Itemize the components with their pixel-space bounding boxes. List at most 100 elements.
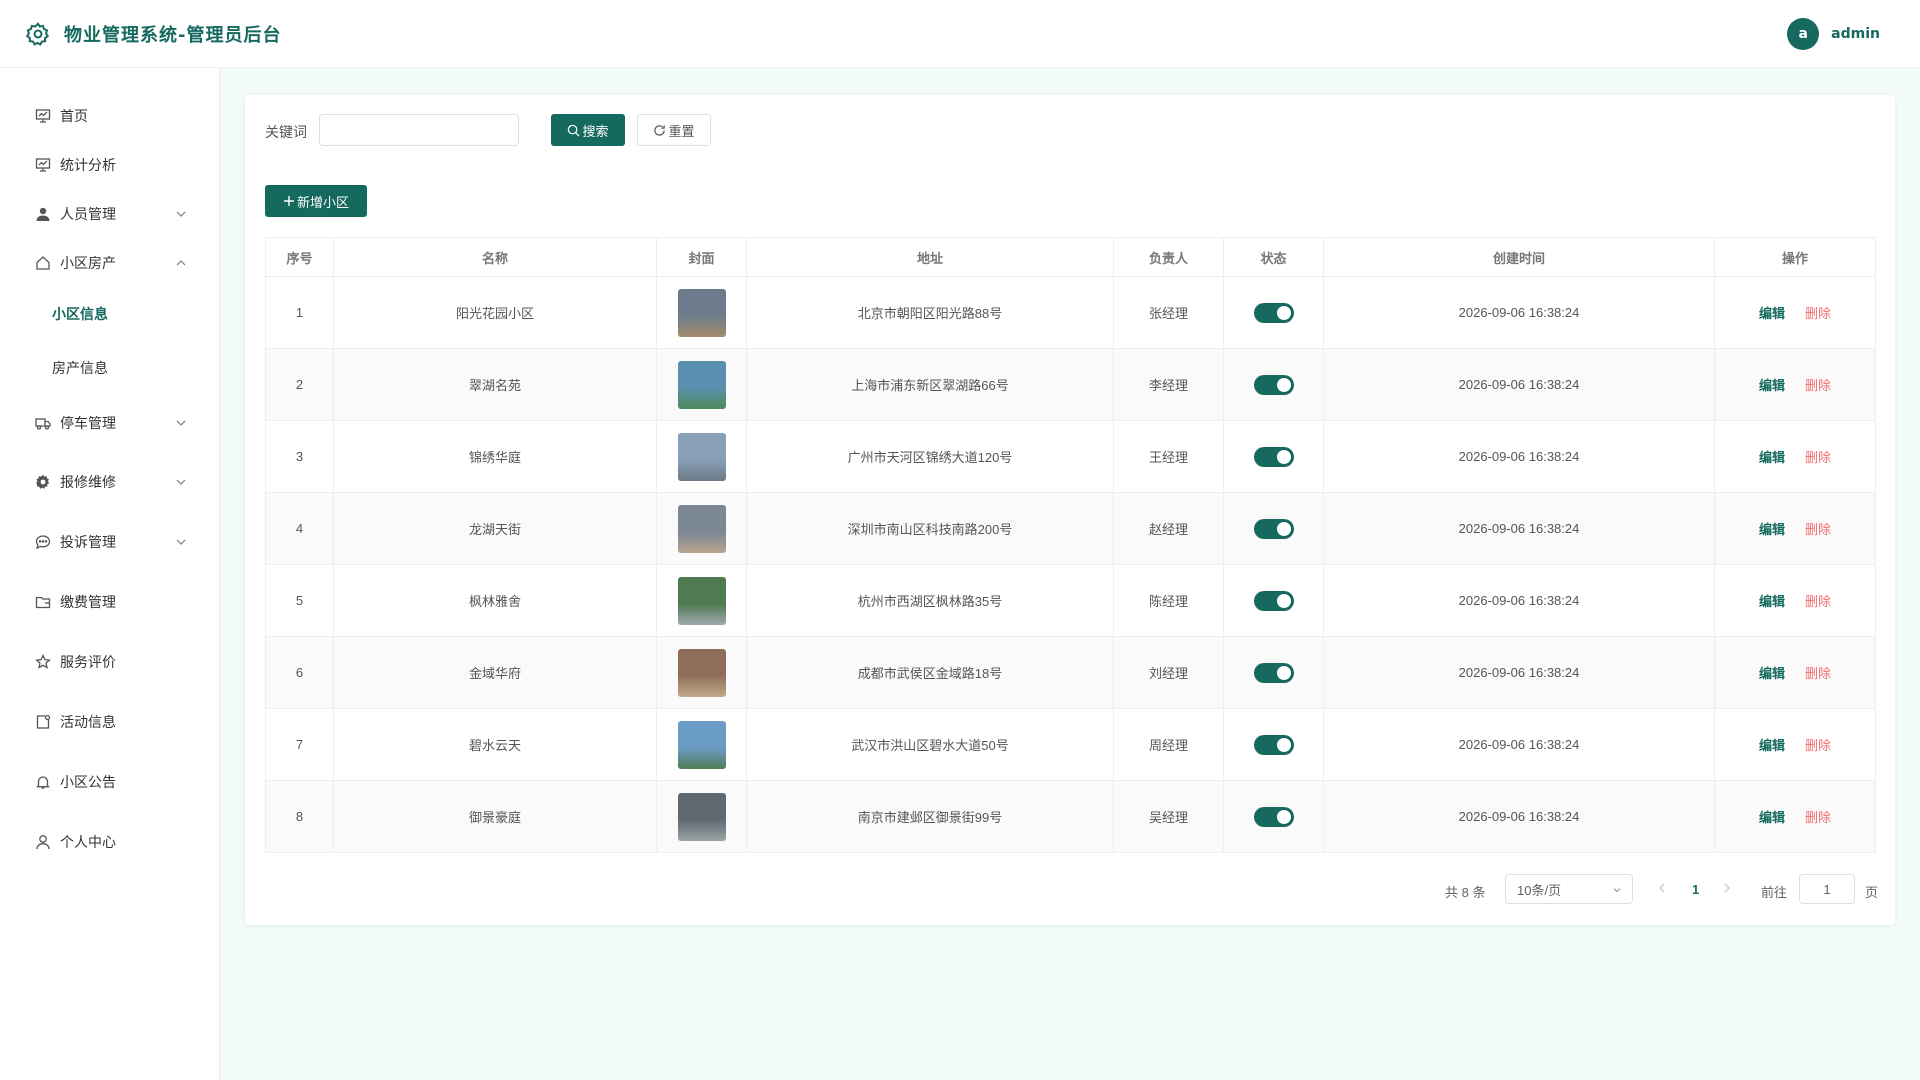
edit-button[interactable]: 编辑	[1759, 594, 1785, 609]
delete-button[interactable]: 删除	[1805, 450, 1831, 465]
sidebar-item-property-info[interactable]: 房产信息	[0, 346, 220, 390]
delete-button[interactable]: 删除	[1805, 522, 1831, 537]
cell-address: 杭州市西湖区枫林路35号	[746, 564, 1114, 637]
cell-name: 金域华府	[333, 636, 657, 709]
cover-image[interactable]	[677, 792, 726, 841]
status-toggle[interactable]	[1253, 662, 1294, 683]
sidebar-item-announcement[interactable]: 小区公告	[0, 760, 220, 804]
delete-button[interactable]: 删除	[1805, 594, 1831, 609]
cell-cover	[656, 420, 747, 493]
cell-index: 1	[265, 276, 334, 349]
sidebar-item-community-info[interactable]: 小区信息	[0, 292, 220, 336]
plus-icon	[283, 196, 294, 206]
sidebar-item-evaluation[interactable]: 服务评价	[0, 640, 220, 684]
cell-cover	[656, 492, 747, 565]
status-toggle[interactable]	[1253, 806, 1294, 827]
cover-image[interactable]	[677, 648, 726, 697]
edit-button[interactable]: 编辑	[1759, 306, 1785, 321]
cell-status	[1223, 420, 1324, 493]
community-table: 序号 名称 封面 地址 负责人 状态 创建时间 操作 1 阳光花园小区 北京市朝阳区…	[265, 237, 1876, 853]
user-menu[interactable]: a admin	[1787, 18, 1880, 50]
sidebar-item-repair[interactable]: 报修维修	[0, 460, 220, 504]
cell-manager: 陈经理	[1113, 564, 1224, 637]
cell-name: 枫林雅舍	[333, 564, 657, 637]
chevron-down-icon	[1613, 888, 1621, 893]
avatar[interactable]: a	[1787, 18, 1820, 50]
goto-page-input[interactable]	[1799, 874, 1855, 904]
sidebar-item-profile[interactable]: 个人中心	[0, 820, 220, 864]
cover-image[interactable]	[677, 432, 726, 481]
cover-image[interactable]	[677, 360, 726, 409]
status-toggle[interactable]	[1253, 302, 1294, 323]
status-toggle[interactable]	[1253, 446, 1294, 467]
chart-icon	[34, 156, 52, 174]
cell-actions: 编辑 删除	[1714, 420, 1876, 493]
delete-button[interactable]: 删除	[1805, 738, 1831, 753]
cell-name: 阳光花园小区	[333, 276, 657, 349]
table-row: 8 御景豪庭 南京市建邺区御景街99号 吴经理 2026-09-06 16:38:24 编…	[265, 780, 1876, 853]
delete-button[interactable]: 删除	[1805, 378, 1831, 393]
edit-button[interactable]: 编辑	[1759, 738, 1785, 753]
prev-page-button[interactable]	[1657, 882, 1667, 897]
column-header: 操作	[1714, 237, 1876, 277]
cell-manager: 李经理	[1113, 348, 1224, 421]
cover-image[interactable]	[677, 720, 726, 769]
table-header-row: 序号 名称 封面 地址 负责人 状态 创建时间 操作	[265, 237, 1876, 277]
edit-button[interactable]: 编辑	[1759, 666, 1785, 681]
table-body: 1 阳光花园小区 北京市朝阳区阳光路88号 张经理 2026-09-06 16:38:2…	[265, 276, 1876, 853]
sidebar-item-label: 服务评价	[60, 655, 116, 671]
sidebar-item-personnel[interactable]: 人员管理	[0, 192, 220, 236]
sidebar-item-label: 投诉管理	[60, 535, 116, 551]
sidebar-item-label: 报修维修	[60, 475, 116, 491]
next-page-button[interactable]	[1722, 882, 1732, 897]
sidebar-item-statistics[interactable]: 统计分析	[0, 143, 220, 187]
table-row: 4 龙湖天街 深圳市南山区科技南路200号 赵经理 2026-09-06 16:38:2…	[265, 492, 1876, 565]
cell-name: 锦绣华庭	[333, 420, 657, 493]
username[interactable]: admin	[1831, 26, 1880, 42]
reset-button[interactable]: 重置	[637, 114, 711, 146]
cover-image[interactable]	[677, 288, 726, 337]
sidebar-item-community-property[interactable]: 小区房产	[0, 241, 220, 285]
keyword-label: 关键词	[265, 125, 307, 141]
search-button[interactable]: 搜索	[551, 114, 625, 146]
edit-button[interactable]: 编辑	[1759, 450, 1785, 465]
delete-button[interactable]: 删除	[1805, 306, 1831, 321]
activity-icon	[34, 713, 52, 731]
edit-button[interactable]: 编辑	[1759, 522, 1785, 537]
status-toggle[interactable]	[1253, 374, 1294, 395]
wallet-icon	[34, 593, 52, 611]
cell-cover	[656, 780, 747, 853]
cell-address: 广州市天河区锦绣大道120号	[746, 420, 1114, 493]
delete-button[interactable]: 删除	[1805, 666, 1831, 681]
page-size-select[interactable]: 10条/页	[1505, 874, 1633, 904]
page-number-current[interactable]: 1	[1692, 882, 1699, 897]
cell-actions: 编辑 删除	[1714, 780, 1876, 853]
column-header: 封面	[656, 237, 747, 277]
edit-button[interactable]: 编辑	[1759, 378, 1785, 393]
add-community-label: 新增小区	[296, 194, 349, 210]
delete-button[interactable]: 删除	[1805, 810, 1831, 825]
status-toggle[interactable]	[1253, 518, 1294, 539]
sidebar-item-label: 房产信息	[52, 361, 108, 377]
cell-status	[1223, 348, 1324, 421]
status-toggle[interactable]	[1253, 590, 1294, 611]
keyword-input[interactable]	[319, 114, 519, 146]
sidebar-item-payment[interactable]: 缴费管理	[0, 580, 220, 624]
edit-button[interactable]: 编辑	[1759, 810, 1785, 825]
add-community-button[interactable]: 新增小区	[265, 185, 367, 217]
search-icon	[568, 124, 581, 137]
cover-image[interactable]	[677, 576, 726, 625]
cell-index: 7	[265, 708, 334, 781]
sidebar-item-parking[interactable]: 停车管理	[0, 401, 220, 445]
status-toggle[interactable]	[1253, 734, 1294, 755]
cell-status	[1223, 780, 1324, 853]
sidebar-item-complaint[interactable]: 投诉管理	[0, 520, 220, 564]
cell-address: 北京市朝阳区阳光路88号	[746, 276, 1114, 349]
cell-address: 武汉市洪山区碧水大道50号	[746, 708, 1114, 781]
sidebar-item-activity[interactable]: 活动信息	[0, 700, 220, 744]
truck-icon	[34, 414, 52, 432]
cover-image[interactable]	[677, 504, 726, 553]
main-card: 关键词 搜索 重置 新增小区 序号 名称 封面 地址 负责人 状态 创建时间 操…	[245, 95, 1895, 925]
sidebar-item-home[interactable]: 首页	[0, 94, 220, 138]
sidebar-item-label: 人员管理	[60, 207, 116, 223]
